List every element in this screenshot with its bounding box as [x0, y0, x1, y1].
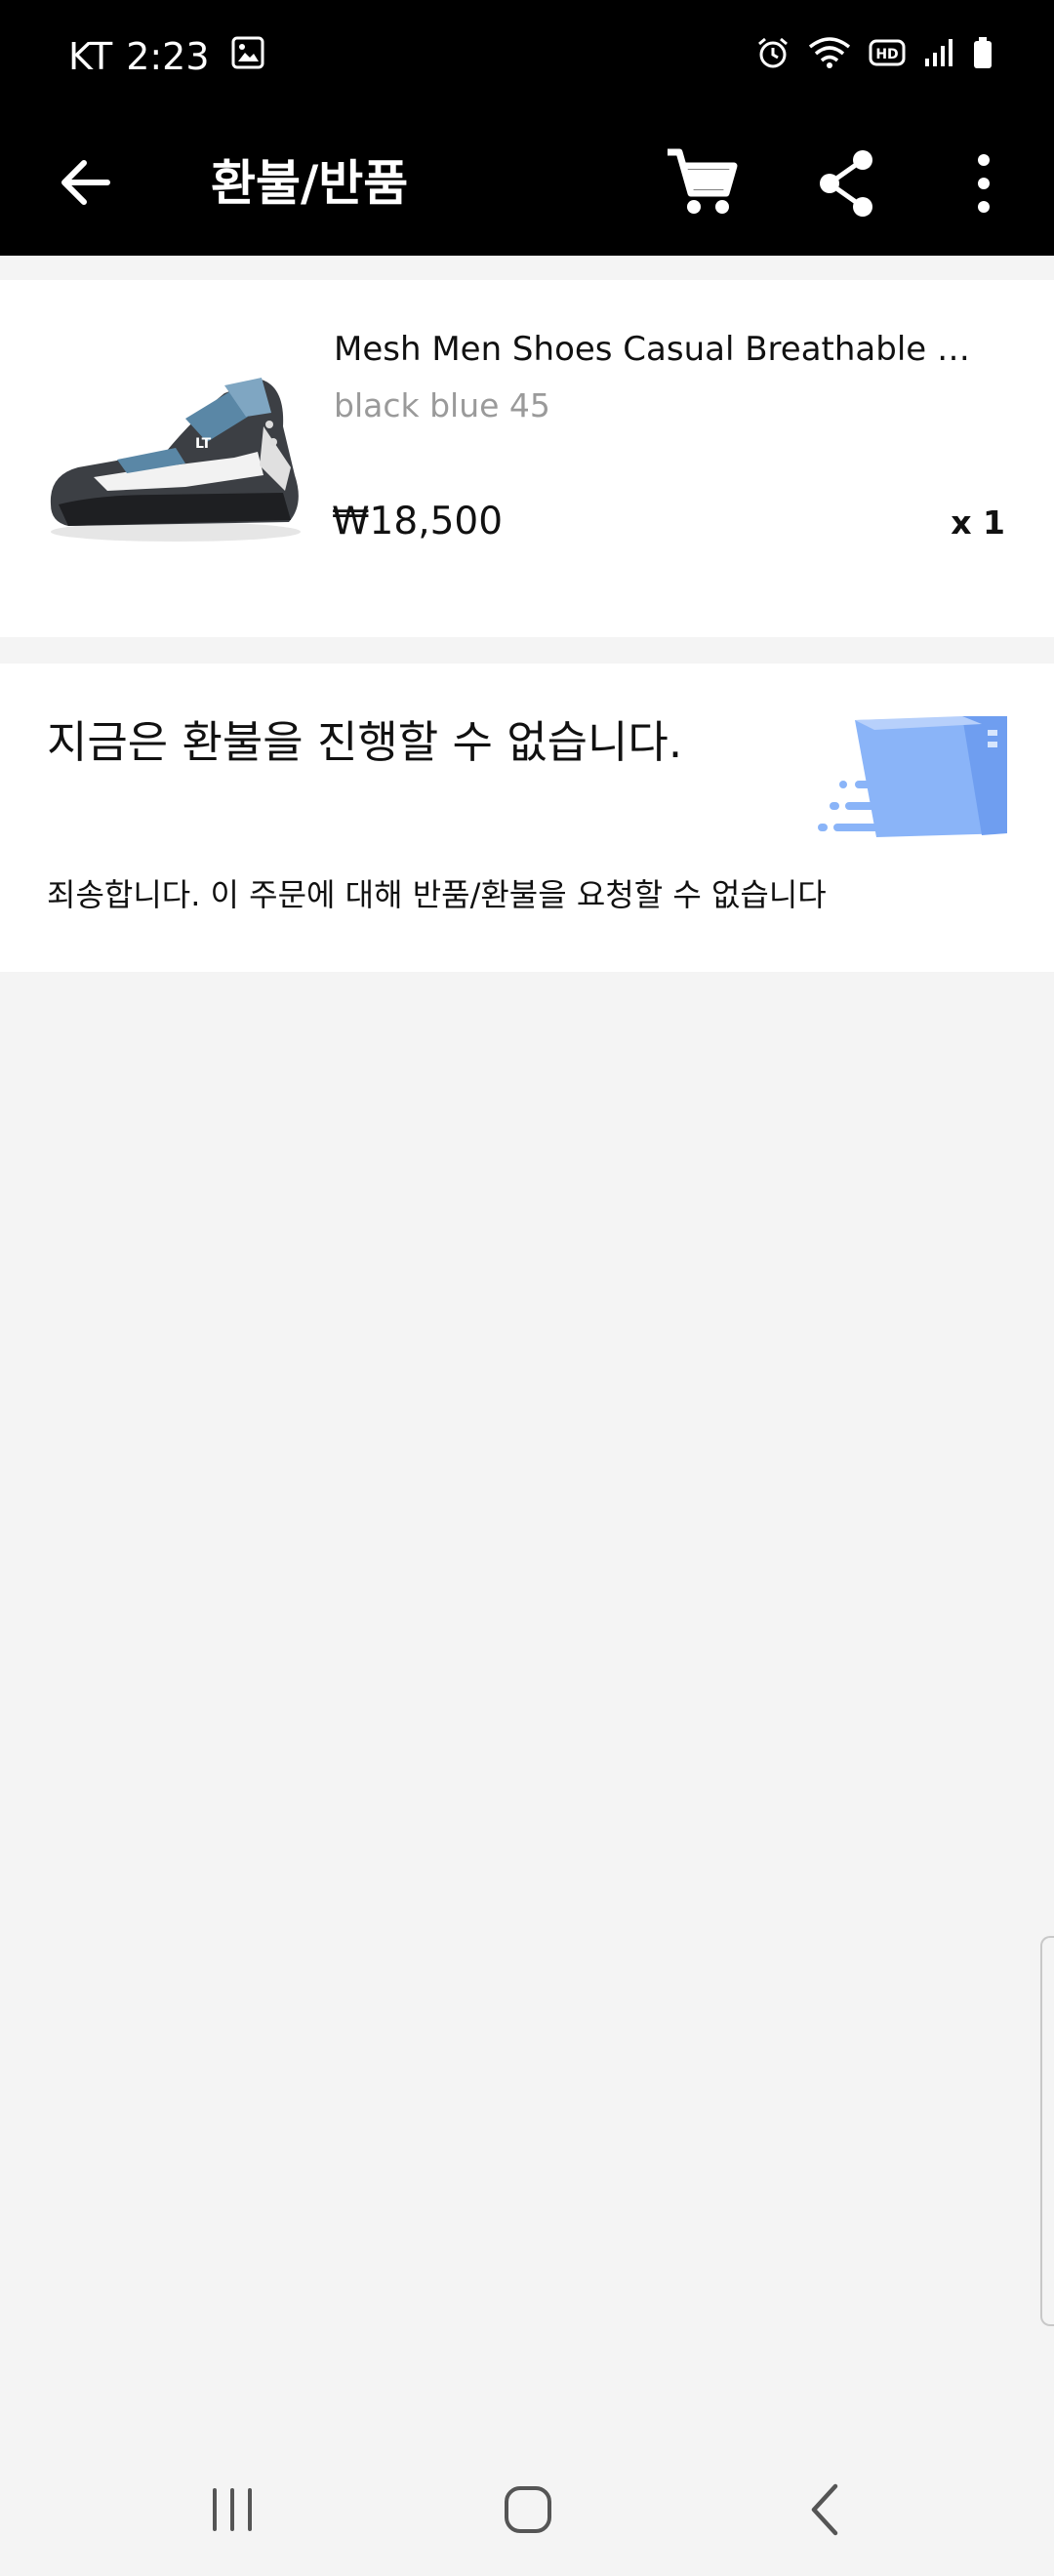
notice-message: 죄송합니다. 이 주문에 대해 반품/환불을 요청할 수 없습니다: [47, 876, 827, 913]
recents-button[interactable]: [203, 2482, 262, 2537]
more-options-button[interactable]: [954, 146, 1013, 221]
alarm-icon: [755, 35, 790, 74]
home-icon: [505, 2486, 551, 2533]
svg-text:LT: LT: [195, 436, 212, 452]
system-nav-bar: [0, 2439, 1054, 2576]
cart-button[interactable]: [662, 142, 742, 222]
app-bar: 환불/반품: [0, 113, 1054, 256]
carrier-label: KT: [68, 35, 113, 78]
edge-panel-handle[interactable]: [1040, 1936, 1054, 2326]
product-name[interactable]: Mesh Men Shoes Casual Breathable Me...: [334, 327, 997, 372]
product-price: ₩18,500: [332, 500, 504, 543]
share-button[interactable]: [812, 146, 880, 221]
back-icon: [811, 2483, 838, 2536]
notice-title: 지금은 환불을 진행할 수 없습니다.: [47, 716, 683, 768]
home-button[interactable]: [494, 2482, 562, 2537]
back-arrow-icon: [61, 160, 110, 205]
cart-icon: [668, 148, 738, 214]
recents-icon: [213, 2488, 252, 2531]
status-bar: KT 2:23 HD: [0, 0, 1054, 113]
order-item-card[interactable]: LT Mesh Men Shoes Casual Breathable Me..…: [0, 280, 1054, 637]
product-quantity: x 1: [951, 503, 1005, 542]
back-button[interactable]: [51, 148, 119, 217]
product-thumbnail: LT: [39, 358, 312, 553]
system-back-button[interactable]: [800, 2480, 849, 2539]
box-icon: [816, 708, 1011, 855]
hd-icon: HD: [869, 38, 906, 71]
status-left: KT 2:23: [68, 31, 264, 82]
status-right: HD: [755, 35, 993, 74]
product-variant: black blue 45: [334, 386, 550, 424]
clock: 2:23: [126, 35, 210, 78]
wifi-icon: [808, 35, 851, 74]
share-icon: [820, 150, 872, 217]
signal-icon: [923, 37, 954, 72]
gallery-icon: [231, 31, 264, 82]
page-title: 환불/반품: [211, 155, 409, 212]
refund-notice-card: 지금은 환불을 진행할 수 없습니다. 죄송합니다. 이 주문에 대해 반품/환…: [0, 664, 1054, 972]
battery-icon: [972, 36, 993, 73]
more-vertical-icon: [978, 154, 990, 213]
svg-text:HD: HD: [875, 47, 898, 62]
sneaker-icon: LT: [50, 378, 301, 542]
